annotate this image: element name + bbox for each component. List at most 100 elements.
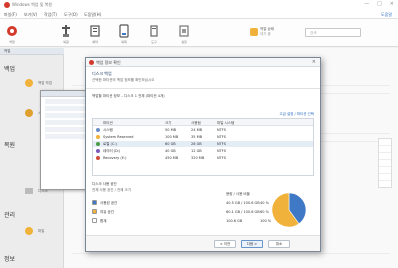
cell-size: 450 MB — [165, 156, 179, 160]
back-button[interactable]: < 이전 — [214, 240, 236, 248]
dialog-close-icon[interactable]: × — [312, 59, 316, 65]
cell-used: 320 MB — [191, 156, 205, 160]
usage-row: 사용된 공간 40.5 GB / 100.6 GB 40 % — [92, 199, 292, 206]
dialog-logo-icon — [89, 60, 94, 65]
disk-icon[interactable] — [24, 186, 34, 196]
advanced-settings-link[interactable]: 고급 설정 / 파티션 선택 — [279, 112, 314, 117]
table-header: 파티션 크기 사용됨 파일 시스템 — [93, 119, 313, 126]
system-icon[interactable] — [24, 108, 34, 118]
left-panel-header: 작업 — [0, 48, 64, 55]
dialog-header: 디스크 백업 선택한 파티션의 백업 정보를 확인하십시오 — [86, 67, 320, 89]
usage-label: 사용된 공간 — [100, 200, 118, 205]
cell-filesystem: NTFS — [217, 142, 226, 146]
menu-bar: 파일(F) 보기(V) 작업(T) 도구(O) 도움말(H) 도움말 — [0, 10, 398, 19]
usage-title: 디스크 사용 공간 — [92, 182, 117, 186]
sidebar-item-file[interactable]: 파일 — [38, 229, 44, 234]
backup-task-icon[interactable] — [24, 78, 34, 88]
window-controls: — □ × — [364, 1, 394, 7]
usage-color-icon — [92, 209, 97, 214]
table-row[interactable]: System Reserved 100 MB 35 MB NTFS — [93, 134, 313, 140]
cell-partition: Recovery (E:) — [103, 156, 127, 160]
cell-used: 28 GB — [191, 142, 202, 146]
partition-color-icon — [96, 149, 100, 153]
usage-percent: 40 % — [260, 200, 269, 205]
left-panel-header-label: 작업 — [4, 49, 11, 53]
col-size[interactable]: 크기 — [165, 121, 171, 126]
app-title: Windows 백업 및 복원 — [12, 2, 53, 7]
search-placeholder: 검색 — [310, 31, 317, 35]
backup-dialog: 백업 정보 확인 × 디스크 백업 선택한 파티션의 백업 정보를 확인하십시오… — [85, 57, 321, 252]
cell-filesystem: NTFS — [217, 156, 226, 160]
cell-size: 40 GB — [165, 149, 176, 153]
help-link[interactable]: 도움말 — [381, 12, 392, 18]
partition-color-icon — [96, 156, 100, 160]
usage-percent: 60 % — [260, 209, 269, 214]
file-icon[interactable] — [24, 226, 34, 236]
task-status: 작업 상태 대기 중 — [250, 27, 292, 37]
dialog-title: 백업 정보 확인 — [96, 60, 121, 65]
cell-filesystem: NTFS — [217, 135, 226, 139]
usage-value: 100.6 GB — [226, 218, 243, 223]
cancel-button[interactable]: 취소 — [268, 240, 290, 248]
toolbar-backup-label: 백업 — [9, 40, 15, 44]
usage-subtitle: 전체 사용 공간 / 전체 크기 — [92, 188, 131, 192]
table-row[interactable]: Recovery (E:) 450 MB 320 MB NTFS — [93, 155, 313, 161]
cell-used: 12 GB — [191, 149, 202, 153]
close-button[interactable]: × — [390, 1, 394, 7]
usage-value: 40.5 GB / 100.6 GB — [226, 200, 260, 205]
clone-icon[interactable] — [118, 24, 130, 38]
menu-tools[interactable]: 도구(O) — [64, 12, 78, 18]
section-manage[interactable]: 관리 — [4, 210, 15, 219]
cell-filesystem: NTFS — [217, 128, 226, 132]
backup-icon[interactable] — [6, 24, 18, 38]
section-restore[interactable]: 복원 — [4, 140, 15, 149]
usage-color-icon — [92, 218, 97, 223]
col-partition[interactable]: 파티션 — [103, 121, 113, 126]
maximize-button[interactable]: □ — [377, 1, 382, 7]
minimize-button[interactable]: — — [364, 1, 369, 7]
table-row[interactable]: 시스템 50 MB 24 MB NTFS — [93, 127, 313, 133]
toolbar-schedule-label: 예약 — [92, 40, 98, 44]
usage-label: 합계 — [100, 218, 107, 223]
menu-view[interactable]: 보기(V) — [24, 12, 37, 18]
partition-color-icon — [96, 142, 100, 146]
toolbar-restore-label: 복원 — [63, 40, 69, 44]
cell-partition: 로컬 (C:) — [103, 142, 117, 146]
col-filesystem[interactable]: 파일 시스템 — [217, 121, 234, 126]
toolbar-tools-label: 도구 — [151, 40, 157, 44]
dialog-subheading: 선택한 파티션의 백업 정보를 확인하십시오 — [92, 78, 155, 82]
menu-help[interactable]: 도움말(H) — [84, 12, 101, 18]
next-button[interactable]: 다음 > — [241, 240, 263, 248]
table-row[interactable]: 로컬 (C:) 60 GB 28 GB NTFS — [93, 141, 313, 147]
menu-tasks[interactable]: 작업(T) — [44, 12, 57, 18]
section-backup[interactable]: 백업 — [4, 64, 15, 73]
status-icon — [250, 28, 258, 36]
cell-partition: 시스템 — [103, 128, 113, 132]
col-used[interactable]: 사용됨 — [191, 121, 201, 126]
usage-row: 합계 100.6 GB 100 % — [92, 217, 292, 224]
usage-pie-chart — [271, 192, 307, 228]
partition-color-icon — [96, 135, 100, 139]
dialog-footer: < 이전 다음 > 취소 — [86, 235, 320, 251]
search-input[interactable]: 검색 — [305, 28, 361, 37]
cell-filesystem: NTFS — [217, 149, 226, 153]
status-line-2: 대기 중 — [260, 32, 271, 36]
partition-color-icon — [96, 128, 100, 132]
side-list[interactable] — [378, 138, 392, 188]
cell-partition: System Reserved — [103, 135, 134, 139]
section-info[interactable]: 정보 — [4, 254, 15, 263]
usage-color-icon — [92, 200, 97, 205]
dialog-description: 백업할 파티션 정보 – 디스크 1 전체 (파티션 4개) — [92, 94, 165, 98]
partition-table: 파티션 크기 사용됨 파일 시스템 시스템 50 MB 24 MB NTFS Syste… — [92, 118, 314, 176]
restore-icon[interactable] — [60, 24, 72, 38]
schedule-icon[interactable] — [89, 24, 101, 38]
usage-row: 여유 공간 60.1 GB / 100.6 GB 60 % — [92, 208, 292, 215]
cell-size: 100 MB — [165, 135, 179, 139]
sidebar-item-backup-task[interactable]: 백업 작업 — [38, 81, 52, 86]
table-row[interactable]: 데이터 (D:) 40 GB 12 GB NTFS — [93, 148, 313, 154]
usage-value: 60.1 GB / 100.6 GB — [226, 209, 260, 214]
usage-label: 여유 공간 — [100, 209, 114, 214]
tools-icon[interactable] — [148, 24, 160, 38]
settings-icon[interactable] — [178, 24, 190, 38]
menu-file[interactable]: 파일(F) — [4, 12, 17, 18]
